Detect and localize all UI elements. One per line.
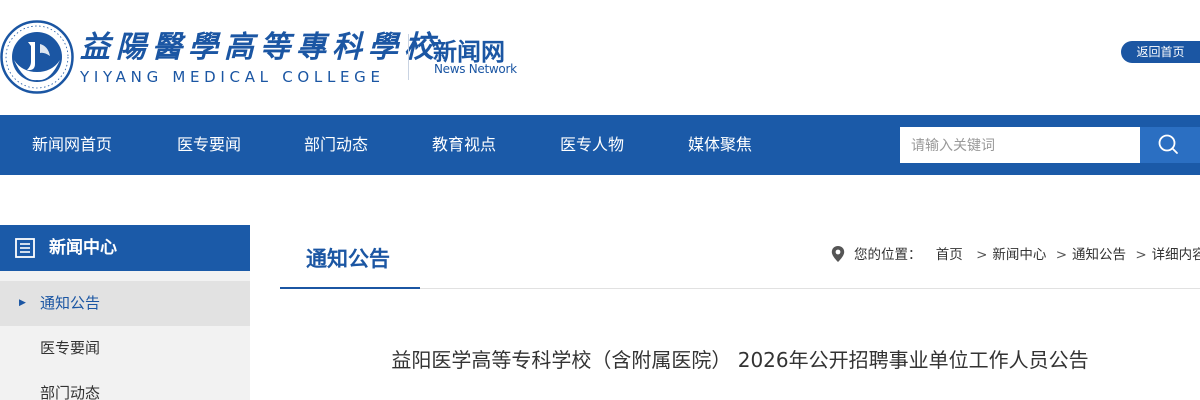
breadcrumb-prefix: 您的位置： [854,247,922,263]
nav-item-education-view[interactable]: 教育视点 [432,115,496,175]
sidebar-item-department-news[interactable]: 部门动态 [0,371,250,400]
search-icon [1158,134,1178,154]
search-input[interactable] [900,127,1140,163]
logo-divider [408,34,409,80]
college-name-english[interactable]: YIYANG MEDICAL COLLEGE [80,68,385,86]
column-title-underline [280,287,420,289]
column-title: 通知公告 [306,247,390,271]
site-name-english: News Network [434,62,517,76]
main-nav: 新闻网首页 医专要闻 部门动态 教育视点 医专人物 媒体聚焦 [0,115,1200,175]
breadcrumb-separator: > [1055,247,1068,263]
nav-item-department-news[interactable]: 部门动态 [304,115,368,175]
nav-item-media-focus[interactable]: 媒体聚焦 [688,115,752,175]
nav-item-college-news[interactable]: 医专要闻 [177,115,241,175]
nav-item-news-home[interactable]: 新闻网首页 [32,115,112,175]
sidebar-item-notices[interactable]: ▶ 通知公告 [0,281,250,326]
site-header: 益陽醫學高等專科學校 YIYANG MEDICAL COLLEGE 新闻网 Ne… [0,0,1200,115]
sidebar-item-label: 医专要闻 [40,339,101,357]
sidebar-title: 新闻中心 [49,238,117,258]
sidebar-menu: ▶ 通知公告 医专要闻 部门动态 [0,271,250,400]
breadcrumb-separator: > [976,247,988,263]
back-to-home-button[interactable]: 返回首页 [1121,41,1200,63]
search-button[interactable] [1140,127,1200,163]
breadcrumb-notices[interactable]: 通知公告 [1072,247,1126,263]
article-title: 益阳医学高等专科学校（含附属医院） 2026年公开招聘事业单位工作人员公告 [391,348,1089,372]
list-icon [15,238,35,258]
college-name-chinese[interactable]: 益陽醫學高等專科學校 [80,22,440,66]
nav-item-college-people[interactable]: 医专人物 [560,115,624,175]
sidebar-item-label: 部门动态 [40,384,101,400]
breadcrumb-detail: 详细内容 [1151,247,1200,263]
breadcrumb-home[interactable]: 首页 [936,247,963,263]
caret-right-icon: ▶ [19,298,26,308]
breadcrumb-separator: > [1135,247,1147,263]
breadcrumb-news-center[interactable]: 新闻中心 [992,247,1046,263]
sidebar-header: 新闻中心 [0,225,250,271]
breadcrumb: 您的位置： 首页 > 新闻中心 > 通知公告 > 详细内容 [830,244,1200,266]
sidebar-item-college-news[interactable]: 医专要闻 [0,326,250,371]
college-emblem-icon[interactable] [0,20,74,94]
sidebar-item-label: 通知公告 [40,294,101,312]
location-pin-icon [831,246,845,262]
